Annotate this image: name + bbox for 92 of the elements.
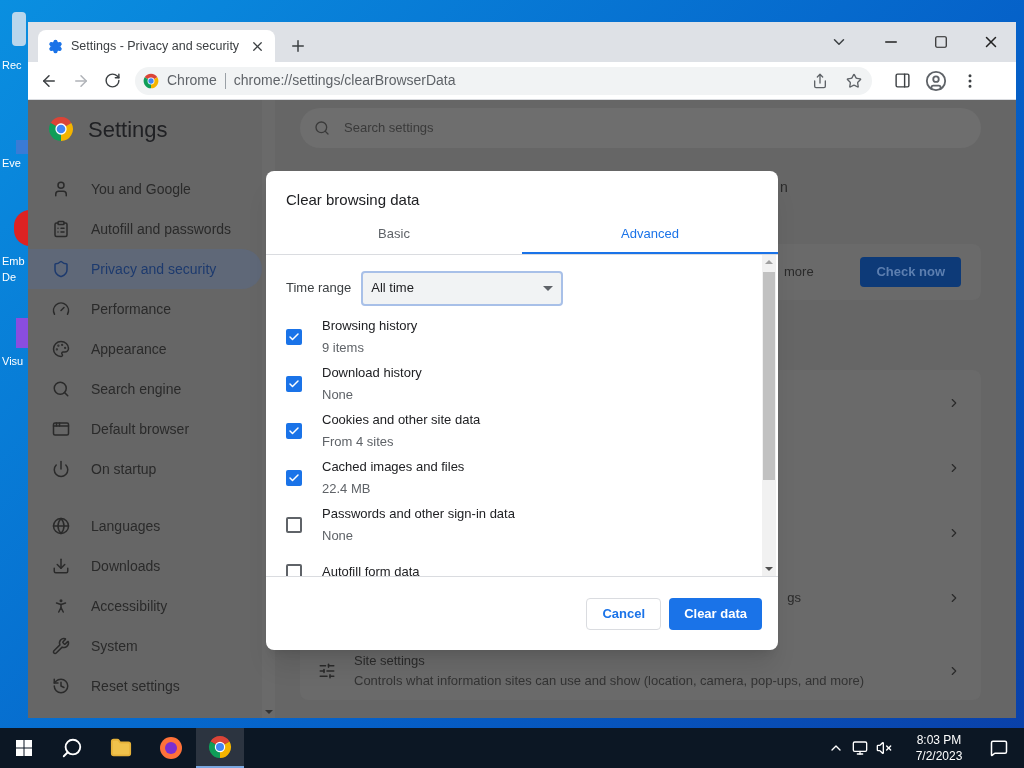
dialog-tab[interactable]: Advanced	[522, 215, 778, 254]
desktop-icon-label: Eve	[2, 158, 21, 169]
row-title: Site settings	[354, 652, 426, 670]
cancel-button[interactable]: Cancel	[586, 597, 662, 630]
chrome-icon	[143, 72, 159, 89]
check-now-button[interactable]: Check now	[860, 257, 961, 287]
person-icon	[52, 180, 70, 198]
clipboard-icon	[52, 220, 70, 238]
item-label: Passwords and other sign-in data	[322, 504, 515, 523]
sidebar-item[interactable]: Search engine	[28, 369, 262, 409]
sidebar-item[interactable]: Languages	[28, 506, 262, 546]
heading-fragment: n	[780, 177, 788, 197]
url-text: chrome://settings/clearBrowserData	[233, 71, 457, 90]
sidebar-item[interactable]: Default browser	[28, 409, 262, 449]
sidebar-item[interactable]: Autofill and passwords	[28, 209, 262, 249]
item-detail: 22.4 MB	[322, 480, 372, 498]
address-bar[interactable]: Chrome chrome://settings/clearBrowserData	[135, 66, 872, 95]
check-icon	[288, 471, 300, 484]
item-detail: None	[322, 386, 355, 404]
checkbox[interactable]	[286, 375, 302, 392]
clear-data-button[interactable]: Clear data	[669, 597, 762, 630]
reload-icon[interactable]	[104, 72, 121, 89]
sidebar-item[interactable]: On startup	[28, 449, 262, 489]
item-label: Cookies and other site data	[322, 410, 481, 429]
item-label: Autofill form data	[322, 562, 420, 576]
wrench-icon	[52, 637, 70, 655]
desktop-icon-label: Rec	[2, 60, 22, 71]
dropdown-arrow-icon	[543, 285, 554, 291]
new-tab-icon[interactable]	[289, 37, 307, 55]
field-label: Time range	[286, 279, 352, 298]
window-icon	[52, 420, 70, 438]
volume-muted-icon[interactable]	[876, 740, 892, 756]
checkbox[interactable]	[286, 328, 302, 345]
power-icon	[52, 460, 70, 478]
dialog-title: Clear browsing data	[285, 190, 421, 210]
sidebar-item[interactable]: Reset settings	[28, 666, 262, 706]
search-icon	[52, 380, 70, 398]
search-icon	[314, 120, 330, 136]
checkbox[interactable]	[286, 516, 302, 533]
sidebar-item[interactable]: System	[28, 626, 262, 666]
sidebar-item[interactable]: Performance	[28, 289, 262, 329]
palette-icon	[52, 340, 70, 358]
profile-icon[interactable]	[925, 69, 947, 92]
star-icon[interactable]	[846, 72, 862, 89]
globe-icon	[52, 517, 70, 535]
sidebar-item[interactable]: Privacy and security	[28, 249, 262, 289]
item-label: Download history	[322, 363, 422, 382]
chrome-logo-icon	[48, 116, 74, 142]
settings-title: Settings	[88, 115, 168, 144]
sidebar-item[interactable]: You and Google	[28, 169, 262, 209]
text-fragment: more	[784, 263, 814, 282]
scroll-thumb[interactable]	[763, 272, 775, 480]
folder-icon[interactable]	[110, 737, 132, 759]
gear-icon	[48, 38, 63, 54]
chrome-taskbar-button[interactable]	[196, 728, 244, 768]
notifications-icon[interactable]	[990, 739, 1008, 757]
text-fragment: gs	[787, 588, 801, 607]
desktop-icon-label: Visu	[2, 356, 24, 367]
item-label: Browsing history	[322, 316, 418, 335]
sliders-icon	[318, 661, 336, 680]
shield-icon	[52, 260, 70, 278]
checkbox[interactable]	[286, 469, 302, 486]
search-icon[interactable]	[61, 737, 83, 759]
time-range-dropdown[interactable]: All time	[361, 270, 564, 306]
check-icon	[288, 377, 300, 390]
download-icon	[52, 557, 70, 575]
sidebar-item[interactable]: Downloads	[28, 546, 262, 586]
item-label: Cached images and files	[322, 457, 465, 476]
item-detail: 9 items	[322, 339, 365, 357]
gauge-icon	[52, 300, 70, 318]
desktop-icon-label: De	[2, 272, 17, 283]
share-icon[interactable]	[812, 72, 828, 89]
site-label: Chrome	[167, 71, 217, 90]
clock[interactable]: 8:03 PM 7/2/2023	[904, 732, 974, 764]
windows-logo-icon[interactable]	[16, 740, 32, 756]
browser-tab[interactable]: Settings - Privacy and security	[38, 30, 275, 62]
dialog-tab[interactable]: Basic	[266, 215, 522, 254]
item-detail: None	[322, 527, 355, 545]
maximize-icon[interactable]	[934, 35, 948, 49]
chrome-icon	[208, 735, 232, 759]
check-icon	[288, 330, 300, 343]
item-detail: From 4 sites	[322, 433, 395, 451]
check-icon	[288, 424, 300, 437]
checkbox[interactable]	[286, 422, 302, 439]
sidebar-item[interactable]: Accessibility	[28, 586, 262, 626]
sidebar-item[interactable]: Appearance	[28, 329, 262, 369]
history-icon	[52, 677, 70, 695]
desktop-icon-label: Emb	[2, 256, 25, 267]
checkbox[interactable]	[286, 563, 302, 576]
tab-title: Settings - Privacy and security	[71, 37, 241, 55]
side-panel-icon[interactable]	[894, 72, 911, 89]
network-icon[interactable]	[852, 740, 868, 756]
